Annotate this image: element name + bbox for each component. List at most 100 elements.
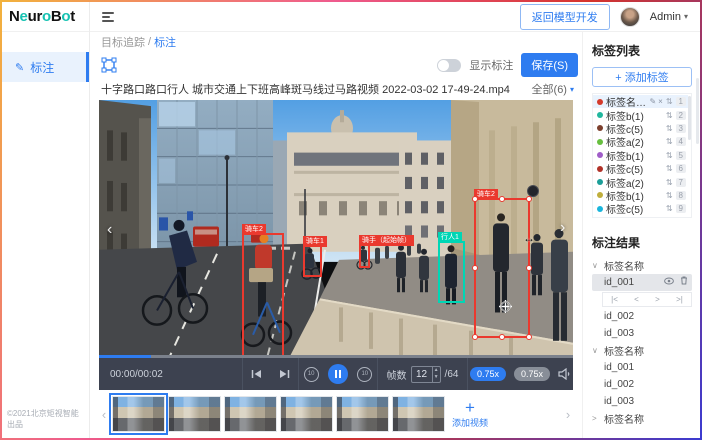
sort-icon[interactable]: ⇅ [666,204,673,213]
forward-10-icon[interactable]: 10 [357,367,372,382]
volume-icon[interactable] [558,368,571,380]
sidebar-item-annotate[interactable]: ✎ 标注 [2,52,89,82]
sort-icon[interactable]: ⇅ [666,124,673,133]
save-button[interactable]: 保存(S) [521,53,578,77]
video-thumbnail[interactable] [168,396,221,432]
tree-caret-icon[interactable]: > [592,414,604,423]
results-row[interactable]: id_003 |< [592,325,692,342]
results-row[interactable]: id_003 |< [592,393,692,410]
edit-icon[interactable]: ✎ [649,97,656,106]
label-list-item[interactable]: 标签b(1) ✎ × ⇅ 5 [593,149,688,162]
label-color-dot [597,99,603,105]
label-list-item[interactable]: 标签b(1) ✎ × ⇅ 2 [593,108,688,121]
label-list-item[interactable]: 标签c(5) ✎ × ⇅ 9 [593,202,688,215]
sort-icon[interactable]: ⇅ [666,97,673,106]
video-thumbnail[interactable] [224,396,277,432]
thumbs-prev-chevron[interactable]: ‹ [99,407,109,422]
speed-pill[interactable]: 0.75x [514,367,550,381]
label-list-item[interactable]: 标签a(2) ✎ × ⇅ 4 [593,135,688,148]
tree-caret-icon[interactable]: ∨ [592,346,604,355]
sort-icon[interactable]: ⇅ [666,191,673,200]
rewind-10-icon[interactable]: 10 [304,367,319,382]
frame-total: /64 [445,369,459,380]
collapse-menu-icon[interactable] [102,12,114,22]
add-label-button[interactable]: + 添加标签 [592,67,692,87]
next-video-chevron[interactable]: › [560,220,565,236]
annotation-box[interactable]: 骑车2 [242,233,284,357]
sort-icon[interactable]: ⇅ [666,111,673,120]
tree-caret-icon[interactable]: ∨ [592,261,604,270]
speed-pill-active[interactable]: 0.75x [470,367,506,381]
label-order-badge: 8 [676,191,686,200]
results-tree: ∨ 标签名称 [592,257,692,427]
breadcrumb-parent[interactable]: 目标追踪 [101,34,145,50]
frame-step-down-icon[interactable]: ▼ [434,375,439,380]
last-page-icon[interactable]: >| [676,295,683,304]
results-row[interactable]: > 标签名称 [592,410,692,427]
video-canvas[interactable]: 骑车2 骑 [99,100,573,358]
resize-handle[interactable] [526,334,532,340]
back-to-model-dev-button[interactable]: 返回模型开发 [520,4,610,30]
prev-video-chevron[interactable]: ‹ [107,222,112,238]
results-row[interactable]: |< < > >| [592,291,692,308]
label-color-dot [597,166,603,172]
rect-select-tool-icon[interactable] [101,57,117,73]
video-progress-bar[interactable] [99,355,573,358]
pause-button[interactable] [328,364,348,384]
label-list-item[interactable]: 标签b(1) ✎ × ⇅ 8 [593,189,688,202]
avatar[interactable] [620,7,640,27]
results-row[interactable]: id_002 |< [592,376,692,393]
first-page-icon[interactable]: |< [611,295,618,304]
resize-handle[interactable] [499,196,505,202]
frame-step-up-icon[interactable]: ▲ [434,368,439,373]
frame-number-input[interactable]: 12 ▲ ▼ [411,366,441,383]
video-thumbnail[interactable] [392,396,445,432]
sort-icon[interactable]: ⇅ [666,164,673,173]
sort-icon[interactable]: ⇅ [666,151,673,160]
results-row[interactable]: id_002 |< [592,308,692,325]
right-panel-scrollbar[interactable] [696,78,699,144]
resize-handle[interactable] [472,334,478,340]
results-row[interactable]: ∨ 标签名称 [592,257,692,274]
video-filter-dropdown[interactable]: 全部(6) ▾ [532,81,582,97]
results-row[interactable]: id_001 |< [592,359,692,376]
resize-handle[interactable] [472,265,478,271]
user-menu[interactable]: Admin ▾ [650,11,688,23]
app-logo: NeuroBot [2,2,89,32]
results-row[interactable]: ∨ 标签名称 [592,342,692,359]
label-list-item[interactable]: 标签a(2) ✎ × ⇅ 7 [593,175,688,188]
delete-icon[interactable]: × [658,97,663,106]
results-row[interactable]: id_001 |< [592,274,692,291]
logo-letter: N [9,8,20,25]
resize-handle[interactable] [526,265,532,271]
prev-page-icon[interactable]: < [634,295,639,304]
sort-icon[interactable]: ⇅ [666,137,673,146]
results-row-label: 标签名称 [604,343,692,358]
thumbs-next-chevron[interactable]: › [563,407,573,422]
sort-icon[interactable]: ⇅ [666,178,673,187]
show-annotation-toggle[interactable] [437,59,461,72]
video-thumbnail[interactable] [280,396,333,432]
label-list-item[interactable]: 标签c(5) ✎ × ⇅ 6 [593,162,688,175]
label-list-item[interactable]: 标签c(5) ✎ × ⇅ 3 [593,122,688,135]
results-row-label: id_001 [604,277,664,288]
video-thumbnail[interactable] [336,396,389,432]
next-frame-icon[interactable] [279,369,290,379]
frame-number-value[interactable]: 12 [412,369,432,380]
add-video-button[interactable]: + 添加视频 [448,394,492,434]
resize-handle[interactable] [526,196,532,202]
prev-frame-icon[interactable] [251,369,262,379]
video-thumbnail[interactable] [112,396,165,432]
annotation-box[interactable]: 行人1 [438,241,465,303]
label-list-scrollbar[interactable] [688,96,691,140]
visibility-icon[interactable] [664,277,674,288]
annotation-box[interactable]: 骑手（起始帧） [359,244,370,268]
trash-icon[interactable] [680,276,688,288]
resize-cursor-icon: ↔ [523,231,535,245]
label-list-item[interactable]: 标签名字最长数... ✎ × ⇅ 1 [593,95,688,108]
label-list: 标签名字最长数... ✎ × ⇅ 1 标签b(1) [592,93,692,218]
resize-handle[interactable] [499,334,505,340]
next-page-icon[interactable]: > [655,295,660,304]
annotation-box[interactable]: 骑车1 [303,245,322,277]
resize-handle[interactable] [472,196,478,202]
